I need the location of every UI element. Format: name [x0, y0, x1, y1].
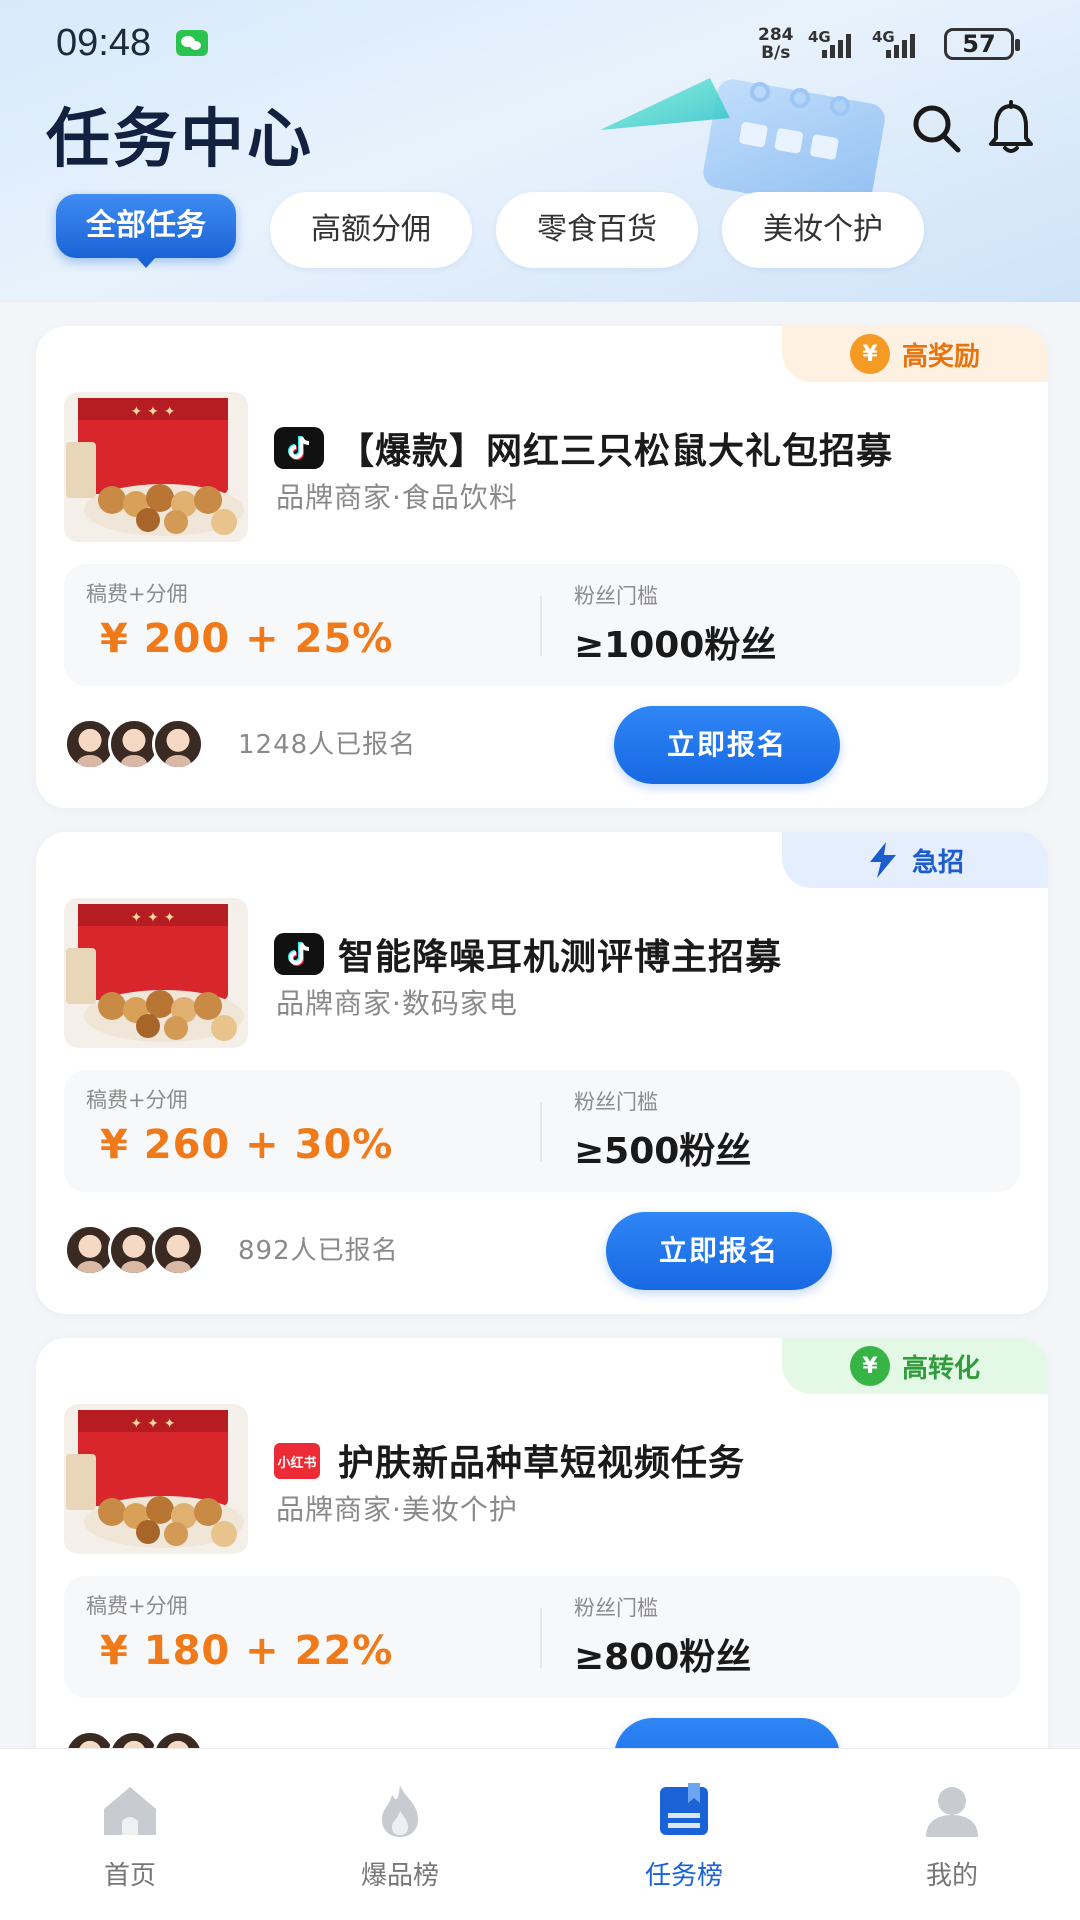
bell-icon: [989, 100, 1033, 153]
avatar: [152, 1224, 204, 1276]
product-thumbnail[interactable]: ✦ ✦ ✦: [64, 392, 248, 542]
network-speed: 284 B/s: [758, 26, 794, 62]
nav-label: 任务榜: [644, 1861, 723, 1891]
divider: [540, 1102, 542, 1162]
tab-beauty-care[interactable]: 美妆个护: [722, 192, 924, 268]
nav-task-board[interactable]: 任务榜: [604, 1773, 764, 1893]
signal-icon-2: 4G: [872, 28, 924, 58]
wechat-notification-icon: [176, 30, 208, 56]
xiaohongshu-icon: 小红书: [274, 1443, 320, 1479]
nav-label: 首页: [103, 1861, 156, 1891]
fee-value: ¥ 260 + 30%: [100, 1122, 394, 1168]
svg-text:✦ ✦ ✦: ✦ ✦ ✦: [131, 910, 176, 926]
task-board-icon: [660, 1783, 708, 1835]
fee-label: 稿费+分佣: [86, 1594, 188, 1618]
task-card[interactable]: ¥ 高奖励 ✦ ✦ ✦ 【爆款】网红三只松鼠大礼包招募 品牌商家·食品饮料 稿费…: [36, 326, 1048, 808]
calendar-illustration-icon: [600, 78, 885, 210]
task-category: 品牌商家·美妆个护: [276, 1493, 518, 1526]
task-title[interactable]: 护肤新品种草短视频任务: [338, 1434, 745, 1486]
nav-profile[interactable]: 我的: [872, 1773, 1032, 1893]
task-category: 品牌商家·数码家电: [276, 987, 518, 1020]
task-category: 品牌商家·食品饮料: [276, 481, 518, 514]
task-title[interactable]: 【爆款】网红三只松鼠大礼包招募: [338, 422, 893, 474]
battery-icon: 57: [944, 28, 1020, 60]
product-thumbnail[interactable]: ✦ ✦ ✦: [64, 898, 248, 1048]
fans-label: 粉丝门槛: [574, 584, 658, 608]
nav-label: 爆品榜: [360, 1861, 439, 1891]
search-button[interactable]: [908, 100, 964, 156]
lightning-icon: [869, 842, 896, 878]
reward-info: 稿费+分佣 ¥ 200 + 25% 粉丝门槛 ≥1000粉丝: [64, 564, 1020, 686]
nav-label: 我的: [925, 1861, 978, 1891]
badge-urgent: 急招: [782, 832, 1048, 888]
tab-all-tasks[interactable]: 全部任务: [56, 194, 236, 268]
enroll-count: 1248人已报名: [238, 730, 417, 760]
bottom-tab-bar: 首页 爆品榜 任务榜 我的: [0, 1748, 1080, 1920]
badge-label: 高奖励: [901, 341, 980, 372]
douyin-icon: [274, 933, 324, 975]
divider: [540, 1608, 542, 1668]
douyin-icon: [274, 427, 324, 469]
fee-label: 稿费+分佣: [86, 1088, 188, 1112]
enroll-button[interactable]: 立即报名: [606, 1212, 832, 1290]
enroll-button[interactable]: 立即报名: [614, 706, 840, 784]
fee-value: ¥ 180 + 22%: [100, 1628, 394, 1674]
badge-high-reward: ¥ 高奖励: [782, 326, 1048, 382]
signal-icon: 4G: [808, 28, 860, 58]
task-title[interactable]: 智能降噪耳机测评博主招募: [338, 928, 782, 980]
yuan-coin-icon: ¥: [849, 1346, 890, 1386]
page-title: 任务中心: [46, 103, 314, 177]
task-card[interactable]: 急招 ✦ ✦ ✦ 智能降噪耳机测评博主招募 品牌商家·数码家电 稿费+分佣 ¥ …: [36, 832, 1048, 1314]
fee-label: 稿费+分佣: [86, 582, 188, 606]
nav-home[interactable]: 首页: [50, 1773, 210, 1893]
reward-info: 稿费+分佣 ¥ 180 + 22% 粉丝门槛 ≥800粉丝: [64, 1576, 1020, 1698]
fans-threshold: ≥800粉丝: [574, 1637, 752, 1678]
fans-threshold: ≥1000粉丝: [574, 625, 777, 666]
header: 09:48 284 B/s 4G 4G 57 任务中心 全部任务 高额分佣 零食…: [0, 0, 1080, 302]
svg-text:✦ ✦ ✦: ✦ ✦ ✦: [131, 404, 176, 420]
enrolled-avatars: [64, 1224, 224, 1276]
svg-text:✦ ✦ ✦: ✦ ✦ ✦: [131, 1416, 176, 1432]
badge-label: 急招: [911, 847, 964, 878]
fans-label: 粉丝门槛: [574, 1090, 658, 1114]
enrolled-avatars: [64, 718, 224, 770]
status-time: 09:48: [56, 22, 152, 64]
badge-label: 高转化: [901, 1353, 980, 1384]
enroll-count: 892人已报名: [238, 1236, 399, 1266]
search-icon: [913, 105, 961, 153]
home-icon: [104, 1787, 156, 1835]
badge-high-conversion: ¥ 高转化: [782, 1338, 1048, 1394]
nav-hot-products[interactable]: 爆品榜: [320, 1773, 480, 1893]
fans-threshold: ≥500粉丝: [574, 1131, 752, 1172]
network-speed-value: 284: [758, 25, 794, 45]
avatar: [152, 718, 204, 770]
fans-label: 粉丝门槛: [574, 1596, 658, 1620]
divider: [540, 596, 542, 656]
fee-value: ¥ 200 + 25%: [100, 616, 394, 662]
tab-high-commission[interactable]: 高额分佣: [270, 192, 472, 268]
tab-snacks-groceries[interactable]: 零食百货: [496, 192, 698, 268]
reward-info: 稿费+分佣 ¥ 260 + 30% 粉丝门槛 ≥500粉丝: [64, 1070, 1020, 1192]
flame-icon: [382, 1785, 418, 1837]
yuan-coin-icon: ¥: [849, 334, 890, 374]
profile-icon: [926, 1787, 978, 1837]
product-thumbnail[interactable]: ✦ ✦ ✦: [64, 1404, 248, 1554]
notification-button[interactable]: [986, 100, 1036, 156]
